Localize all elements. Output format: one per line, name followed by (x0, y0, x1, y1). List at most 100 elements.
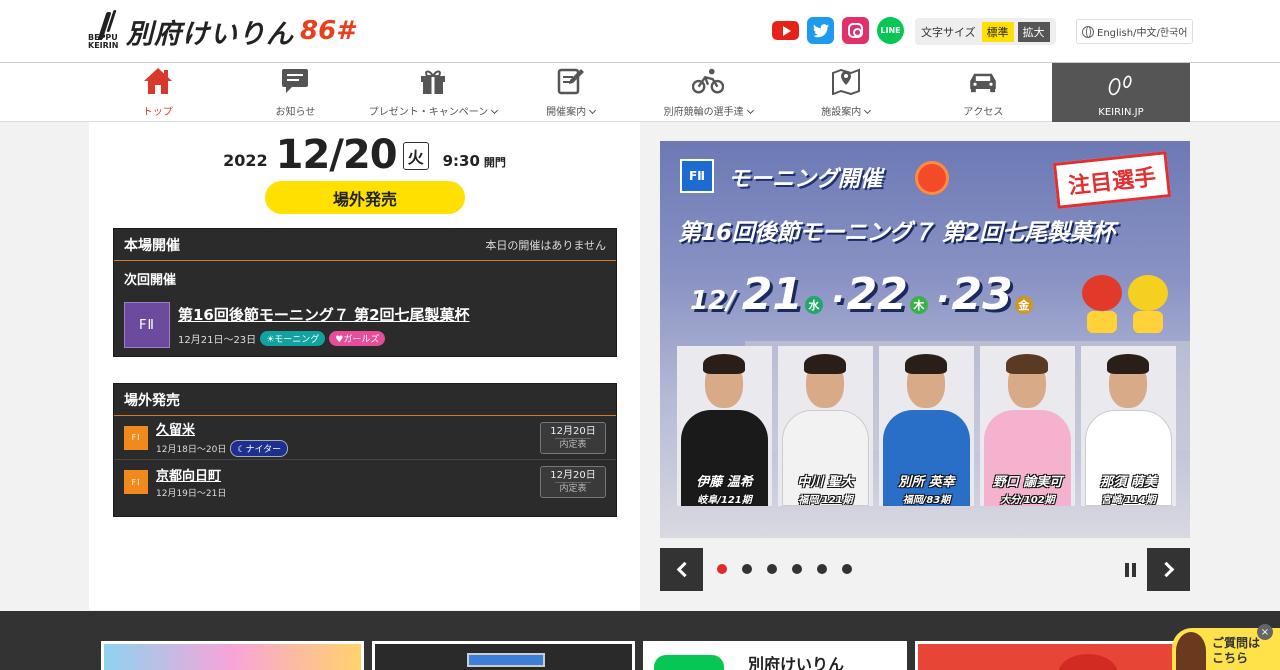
speech-bubble-icon (279, 65, 311, 97)
lineup-label: 内定表 (555, 481, 591, 496)
nav-item-riders[interactable]: 別府競輪の選手達 (639, 63, 777, 122)
chevron-left-icon (676, 561, 692, 578)
nav-item-top[interactable]: トップ (89, 63, 227, 122)
offsite-card: 場外発売 FⅠ 久留米 12月18日〜20日 ☾ナイター 12月20日 内定表 … (113, 383, 617, 517)
next-race-item[interactable]: FⅡ 第16回後節モーニング７ 第2回七尾製菓杯 12月21日〜23日 ☀モーニ… (114, 302, 616, 348)
close-icon[interactable]: × (1257, 624, 1273, 640)
chevron-right-icon (1158, 561, 1174, 578)
next-race-title[interactable]: 第16回後節モーニング７ 第2回七尾製菓杯 (178, 304, 470, 325)
nav-label: お知らせ (275, 107, 316, 118)
today-year: 2022 (223, 151, 268, 170)
nav-label: トップ (142, 107, 173, 118)
sun-icon (915, 161, 949, 195)
avatar (1176, 632, 1206, 670)
line-icon[interactable]: LINE (877, 17, 904, 44)
slide-weekday: 木 (909, 296, 928, 314)
font-size-standard-button[interactable]: 標準 (981, 21, 1014, 42)
banner-campaign[interactable] (915, 641, 1179, 670)
font-size-switcher: 文字サイズ 標準 拡大 (915, 18, 1056, 45)
grade-badge: FⅡ (124, 302, 170, 348)
slider-prev-button[interactable] (660, 548, 703, 591)
chevron-down-icon (491, 106, 499, 115)
slider-next-button[interactable] (1147, 548, 1190, 591)
lineup-date: 12月20日 (550, 469, 596, 481)
night-tag: ☾ナイター (230, 439, 289, 457)
girls-tag: ♥ガールズ (329, 331, 386, 346)
today-weekday: 火 (402, 142, 429, 170)
next-race-label: 次回開催 (124, 273, 177, 288)
morning-tag: ☀モーニング (260, 331, 326, 346)
lineup-button[interactable]: 12月20日 内定表 (540, 422, 606, 454)
slide-day: 23 (951, 269, 1013, 320)
lineup-button[interactable]: 12月20日 内定表 (540, 466, 606, 498)
home-icon (142, 65, 174, 97)
slide-month: 12/ (690, 286, 736, 316)
slide-dot[interactable] (842, 564, 852, 574)
offsite-dates: 12月18日〜20日 (156, 444, 227, 455)
today-date: 2022 12/20 火 9:30 開門 (89, 128, 640, 178)
banner-event[interactable] (101, 641, 364, 670)
main-venue-title: 本場開催 (124, 237, 180, 254)
offsite-row: FⅠ 久留米 12月18日〜20日 ☾ナイター 12月20日 内定表 (114, 416, 616, 460)
slide-dot[interactable] (817, 564, 827, 574)
slide-dot[interactable] (717, 564, 727, 574)
globe-icon (1082, 25, 1094, 38)
slide-weekday: 水 (804, 296, 823, 314)
font-size-large-button[interactable]: 拡大 (1017, 21, 1050, 42)
car-icon (967, 65, 999, 97)
nav-label: 開催案内 (546, 107, 587, 118)
pause-icon[interactable] (1125, 563, 1137, 577)
rider-caption: 伊藤 温希 岐阜/121期 (696, 475, 753, 506)
nav-item-facilities[interactable]: 施設案内 (777, 63, 915, 122)
banner-live[interactable] (372, 641, 635, 670)
main-venue-note: 本日の開催はありません (485, 238, 606, 252)
rider-caption: 那須 萌美 宮崎/114期 (1100, 475, 1157, 506)
slide-day: 21 (741, 269, 803, 320)
twitter-icon[interactable] (807, 17, 834, 44)
youtube-icon[interactable] (771, 17, 799, 44)
offsite-dates: 12月19日〜21日 (156, 489, 227, 499)
line-icon (654, 655, 724, 670)
site-header: BEPPU KEIRIN 別府けいりん 86# LINE 文字サイズ 標準 拡大… (0, 0, 1280, 62)
rider-caption: 別所 英幸 福岡/83期 (898, 475, 955, 506)
site-logo[interactable]: BEPPU KEIRIN 別府けいりん 86# (88, 8, 354, 54)
banner-line[interactable]: 別府けいりん (643, 641, 907, 670)
nav-item-present-campaign[interactable]: プレゼント・キャンペーン (364, 63, 502, 122)
today-month-day: 12/20 (275, 132, 398, 178)
logo-suffix: 86# (300, 16, 355, 46)
offsite-venue-name[interactable]: 久留米 (156, 419, 288, 438)
nav-item-schedule[interactable]: 開催案内 (502, 63, 640, 122)
slider-pagination (717, 564, 852, 574)
rider-caption: 野口 諭実可 大分/102期 (992, 475, 1063, 506)
rider-caption: 中川 聖大 福岡/121期 (797, 475, 854, 506)
next-race-dates: 12月21日〜23日 (178, 335, 257, 346)
slide-weekday: 金 (1014, 296, 1033, 314)
nav-label: プレゼント・キャンペーン (368, 107, 489, 118)
chevron-down-icon (746, 106, 754, 115)
nav-label: 別府競輪の選手達 (663, 107, 744, 118)
help-label: ご質問は こちら (1212, 636, 1261, 665)
slide-dot[interactable] (742, 564, 752, 574)
cyclist-icon (692, 65, 725, 97)
logo-name: 別府けいりん (126, 18, 294, 50)
lineup-label: 内定表 (555, 437, 591, 452)
slider-controls (660, 548, 1190, 591)
language-label: English/中文/한국어 (1097, 28, 1188, 39)
language-selector[interactable]: English/中文/한국어 (1076, 19, 1194, 44)
slide-dot[interactable] (792, 564, 802, 574)
nav-item-news[interactable]: お知らせ (227, 63, 365, 122)
slide-attention-label: 注目選手 (1052, 151, 1172, 209)
nav-label: KEIRIN.JP (1098, 107, 1144, 118)
chevron-down-icon (864, 106, 872, 115)
social-links: LINE (771, 17, 904, 44)
slide-headline: 第16回後節モーニング７ 第2回七尾製菓杯 (678, 220, 1115, 246)
instagram-icon[interactable] (842, 17, 869, 44)
offsite-venue-name[interactable]: 京都向日町 (156, 465, 226, 484)
banner-line-label: 別府けいりん (748, 655, 845, 670)
slide-morning-label: モーニング開催 (728, 167, 883, 192)
offsite-sales-button[interactable]: 場外発売 (265, 181, 465, 214)
slide-dot[interactable] (767, 564, 777, 574)
nav-item-access[interactable]: アクセス (915, 63, 1053, 122)
hero-slide[interactable]: FⅡ モーニング開催 注目選手 第16回後節モーニング７ 第2回七尾製菓杯 12… (660, 141, 1190, 538)
nav-item-keirin-jp[interactable]: KEIRIN.JP (1052, 63, 1190, 122)
